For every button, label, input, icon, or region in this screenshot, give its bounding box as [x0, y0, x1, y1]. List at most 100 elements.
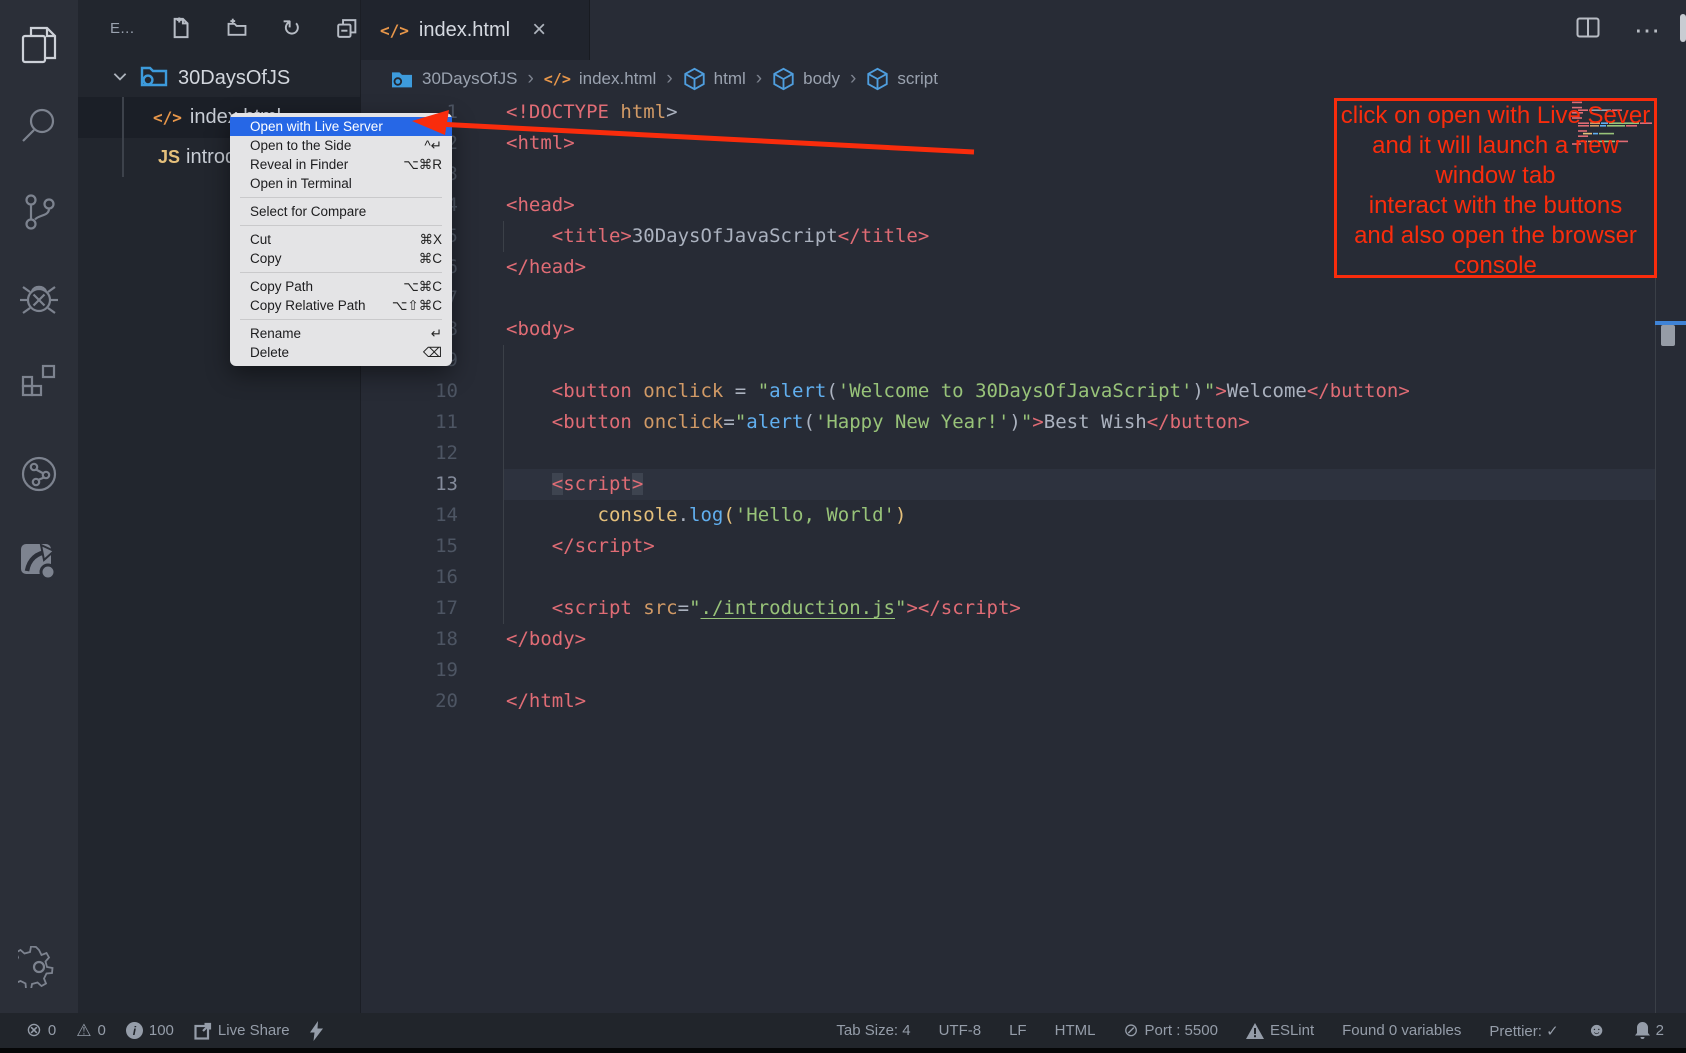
menu-item-reveal-in-finder[interactable]: Reveal in Finder ⌥⌘R	[230, 155, 452, 174]
status-label: Tab Size: 4	[836, 1022, 910, 1039]
status-port-5500[interactable]: ⊘Port : 5500	[1123, 1020, 1217, 1041]
cube-icon	[866, 67, 889, 91]
tree-indent-guide	[122, 97, 124, 177]
status-label: 0	[48, 1022, 56, 1039]
status-bar: ⊗0⚠0i100Live Share Tab Size: 4UTF-8LFHTM…	[0, 1013, 1686, 1048]
share-export-icon[interactable]	[0, 532, 78, 588]
status-lightning-icon[interactable]	[310, 1021, 323, 1041]
tab-index-html[interactable]: </> index.html ×	[360, 0, 590, 60]
sidebar-item-folder-root[interactable]: 30DaysOfJS	[78, 60, 360, 97]
status-label: 100	[149, 1022, 174, 1039]
menu-item-shortcut: ⌘C	[419, 251, 442, 267]
code-line: <button onclick = "alert('Welcome to 30D…	[506, 376, 1410, 407]
js-file-icon: JS	[158, 147, 180, 168]
breadcrumb: 30DaysOfJS›</>index.html›html›body›scrip…	[360, 60, 1686, 97]
menu-item-shortcut: ⌫	[423, 345, 442, 361]
status-live-share[interactable]: Live Share	[194, 1022, 290, 1040]
annotation-text: click on open with Live Sever	[1337, 101, 1654, 131]
close-icon[interactable]: ×	[532, 18, 546, 42]
menu-item-label: Reveal in Finder	[250, 157, 348, 172]
menu-item-shortcut: ⌥⌘R	[403, 157, 442, 173]
breadcrumb-label: body	[803, 69, 840, 89]
menu-item-open-in-terminal[interactable]: Open in Terminal	[230, 174, 452, 193]
chevron-down-icon[interactable]	[111, 67, 129, 90]
status-0[interactable]: ⚠0	[76, 1021, 106, 1041]
scrollbar-thumb[interactable]	[1661, 325, 1675, 346]
warning-icon: ⚠	[76, 1021, 91, 1041]
status-html[interactable]: HTML	[1055, 1022, 1096, 1039]
menu-item-select-for-compare[interactable]: Select for Compare	[230, 202, 452, 221]
status-label: ESLint	[1270, 1022, 1314, 1039]
menu-item-copy-path[interactable]: Copy Path⌥⌘C	[230, 277, 452, 296]
annotation-text: window tab	[1337, 161, 1654, 191]
explorer-title: E...	[110, 20, 135, 37]
vscode-window: E... ↻ 30DaysOfJS </> index.html JS intr…	[0, 0, 1686, 1053]
source-control-icon[interactable]	[0, 184, 78, 240]
explorer-icon[interactable]	[0, 17, 78, 73]
status-100[interactable]: i100	[126, 1022, 174, 1039]
refresh-icon[interactable]: ↻	[281, 17, 303, 39]
breadcrumb-item-30daysofjs[interactable]: 30DaysOfJS	[390, 69, 517, 89]
status-prettier[interactable]: Prettier: ✓	[1489, 1022, 1558, 1040]
annotation-text: interact with the buttons	[1337, 191, 1654, 221]
more-actions-icon[interactable]: ⋯	[1634, 15, 1662, 46]
annotation-text: console	[1337, 251, 1654, 281]
status-utf-8[interactable]: UTF-8	[939, 1022, 982, 1039]
breadcrumb-item-body[interactable]: body	[772, 67, 840, 91]
line-number: 17	[360, 593, 458, 624]
html-file-icon: </>	[544, 70, 571, 88]
status-lf[interactable]: LF	[1009, 1022, 1027, 1039]
status-found-0-variables[interactable]: Found 0 variables	[1342, 1022, 1461, 1039]
status-label: Found 0 variables	[1342, 1022, 1461, 1039]
status-eslint[interactable]: ESLint	[1246, 1022, 1314, 1039]
settings-gear-icon[interactable]	[0, 939, 78, 995]
status-2[interactable]: 2	[1635, 1022, 1664, 1039]
status-label: LF	[1009, 1022, 1027, 1039]
menu-separator	[240, 319, 442, 320]
status-tab-size-4[interactable]: Tab Size: 4	[836, 1022, 910, 1039]
eslint-warning-icon	[1246, 1023, 1264, 1039]
search-icon[interactable]	[0, 97, 78, 153]
menu-item-open-with-live-server[interactable]: Open with Live Server	[230, 117, 452, 136]
line-number: 18	[360, 624, 458, 655]
live-share-icon[interactable]	[0, 446, 78, 502]
extensions-icon[interactable]	[0, 352, 78, 408]
debug-icon[interactable]	[0, 270, 78, 326]
new-folder-icon[interactable]	[226, 17, 248, 39]
html-file-icon: </>	[153, 108, 182, 127]
menu-item-cut[interactable]: Cut⌘X	[230, 230, 452, 249]
folder-icon	[390, 69, 414, 89]
new-file-icon[interactable]	[171, 17, 193, 39]
menu-item-copy-relative-path[interactable]: Copy Relative Path⌥⇧⌘C	[230, 296, 452, 315]
code-line: </head>	[506, 252, 586, 283]
status-label: Port : 5500	[1145, 1022, 1218, 1039]
breadcrumb-item-script[interactable]: script	[866, 67, 938, 91]
menu-item-delete[interactable]: Delete ⌫	[230, 343, 452, 362]
menu-separator	[240, 197, 442, 198]
cube-icon	[683, 67, 706, 91]
menu-item-label: Delete	[250, 345, 289, 360]
menu-item-label: Cut	[250, 232, 271, 247]
code-line: <title>30DaysOfJavaScript</title>	[506, 221, 929, 252]
status-label: Prettier: ✓	[1489, 1022, 1558, 1040]
error-icon: ⊗	[26, 1019, 42, 1042]
breadcrumb-item-html[interactable]: html	[683, 67, 746, 91]
breadcrumb-separator: ›	[527, 68, 533, 90]
line-number: 13	[360, 469, 458, 500]
line-number: 11	[360, 407, 458, 438]
window-bottom-edge	[0, 1048, 1686, 1053]
code-line: <!DOCTYPE html>	[506, 97, 678, 128]
menu-item-rename[interactable]: Rename↵	[230, 324, 452, 343]
status-0[interactable]: ⊗0	[26, 1019, 56, 1042]
status-smiley-icon[interactable]: ☻	[1587, 1020, 1607, 1042]
code-line: </body>	[506, 624, 586, 655]
breadcrumb-item-index-html[interactable]: </>index.html	[544, 69, 657, 89]
window-scrollbar[interactable]	[1680, 14, 1686, 42]
menu-item-copy[interactable]: Copy⌘C	[230, 249, 452, 268]
menu-item-shortcut: ↵	[431, 326, 442, 342]
menu-separator	[240, 272, 442, 273]
collapse-all-icon[interactable]	[336, 17, 358, 39]
split-editor-icon[interactable]	[1576, 17, 1600, 43]
code-line: </script>	[506, 531, 655, 562]
menu-item-open-to-the-side[interactable]: Open to the Side^↵	[230, 136, 452, 155]
